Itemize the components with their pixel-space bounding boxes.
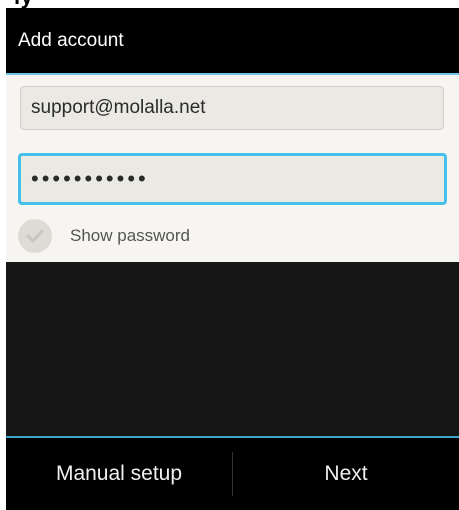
email-field[interactable]: support@molalla.net xyxy=(20,86,444,130)
add-account-window: Add account support@molalla.net ••••••••… xyxy=(6,8,459,510)
show-password-label: Show password xyxy=(70,226,191,245)
manual-setup-button[interactable]: Manual setup xyxy=(6,438,232,510)
next-button[interactable]: Next xyxy=(233,438,459,510)
password-field[interactable]: ••••••••••• xyxy=(18,153,447,205)
check-circle-icon[interactable] xyxy=(18,219,52,253)
empty-content-area xyxy=(6,262,459,436)
button-bar: Manual setup Next xyxy=(6,438,459,510)
screen: ly Add account support@molalla.net •••••… xyxy=(0,0,459,510)
status-strip: ly xyxy=(0,0,459,8)
status-clipped-text: ly xyxy=(14,0,33,8)
account-form: support@molalla.net ••••••••••• Show pas… xyxy=(6,75,459,262)
show-password-toggle[interactable]: Show password xyxy=(18,218,278,254)
action-bar: Add account xyxy=(6,8,459,73)
page-title: Add account xyxy=(18,30,124,51)
